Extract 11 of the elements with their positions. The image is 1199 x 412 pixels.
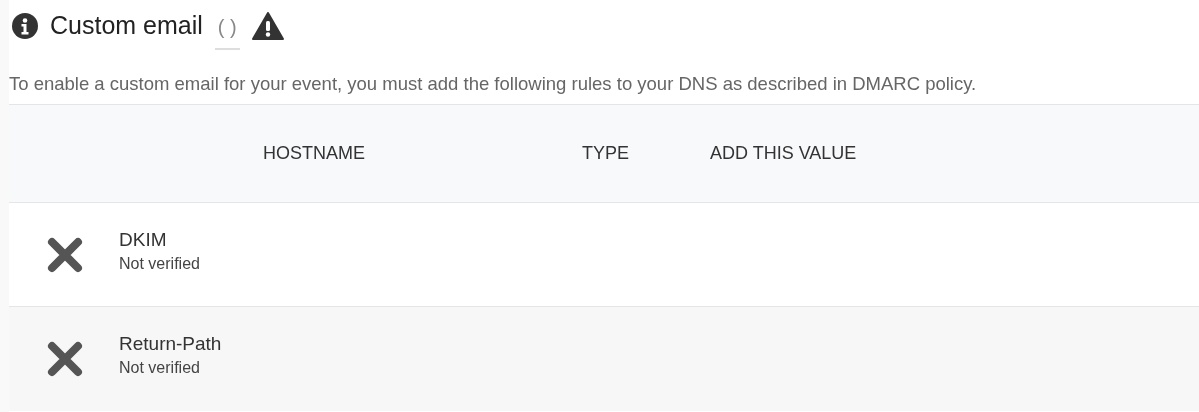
count-text: ( ) bbox=[214, 12, 240, 50]
column-header: ADD THIS VALUE bbox=[710, 142, 858, 165]
status-text: Not verified bbox=[119, 253, 200, 274]
column-header: HOSTNAME bbox=[263, 142, 366, 165]
info-icon bbox=[12, 13, 38, 39]
section-title: Custom email bbox=[50, 10, 203, 42]
warning-icon bbox=[251, 12, 284, 40]
record-name: DKIM bbox=[119, 227, 168, 252]
status-text: Not verified bbox=[119, 358, 201, 378]
record-name: Return-Path bbox=[119, 332, 222, 356]
column-header: TYPE bbox=[582, 142, 630, 165]
